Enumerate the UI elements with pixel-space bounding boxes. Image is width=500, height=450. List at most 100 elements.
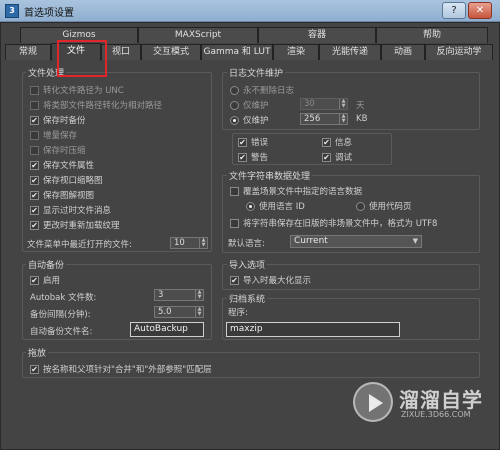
checkbox-icon — [230, 218, 239, 228]
tab-rendering[interactable]: 渲染 — [273, 44, 319, 60]
tab-help[interactable]: 帮助 — [376, 27, 488, 43]
autobackup-filename-field[interactable]: AutoBackup — [130, 322, 204, 337]
radio-label: 使用语言 ID — [259, 202, 305, 212]
app-icon: 3 — [5, 4, 19, 18]
checkbox-label: 将类部文件路径转化为相对路径 — [43, 101, 163, 111]
close-button[interactable]: ✕ — [468, 2, 492, 19]
play-logo-icon — [353, 382, 393, 422]
autobak-count-label: Autobak 文件数: — [30, 293, 97, 303]
tab-general[interactable]: 常规 — [5, 44, 51, 60]
checkbox-icon — [30, 100, 39, 110]
save-schematic-view-checkbox[interactable]: ✔ 保存图解视图 — [30, 189, 94, 201]
checkbox-label: 保存视口缩略图 — [43, 176, 103, 186]
compress-on-save-checkbox[interactable]: 保存时压缩 — [30, 144, 86, 156]
keep-days-radio[interactable]: 仅维护 — [230, 99, 269, 111]
info-checkbox[interactable]: ✔ 信息 — [322, 136, 352, 148]
autobackup-filename-label: 自动备份文件名: — [30, 327, 93, 337]
never-delete-radio[interactable]: 永不删除日志 — [230, 84, 294, 96]
tab-maxscript[interactable]: MAXScript — [138, 27, 258, 43]
check-icon: ✔ — [238, 152, 247, 162]
save-file-properties-checkbox[interactable]: ✔ 保存文件属性 — [30, 159, 94, 171]
log-maintenance-label: 日志文件维护 — [227, 66, 286, 79]
tab-inverse-kinematics[interactable]: 反向运动学 — [425, 44, 493, 60]
check-icon: ✔ — [30, 364, 39, 374]
spinner-arrows-icon[interactable]: ▲ ▼ — [195, 307, 203, 317]
spinner-value: 30 — [304, 99, 315, 109]
checkbox-label: 增量保存 — [43, 131, 78, 141]
radio-icon — [356, 201, 365, 211]
check-icon: ✔ — [30, 160, 39, 170]
use-codepage-radio[interactable]: 使用代码页 — [356, 200, 412, 212]
window-title: 首选项设置 — [24, 8, 74, 19]
maximize-on-import-checkbox[interactable]: ✔ 导入时最大化显示 — [230, 274, 311, 286]
radio-selected-icon — [246, 201, 255, 211]
tab-radiosity[interactable]: 光能传递 — [319, 44, 381, 60]
checkbox-icon — [230, 186, 239, 196]
match-layers-checkbox[interactable]: ✔ 按名称和父项针对"合并"和"外部参照"匹配层 — [30, 363, 212, 375]
save-viewport-thumbnail-checkbox[interactable]: ✔ 保存视口缩略图 — [30, 174, 103, 186]
warnings-checkbox[interactable]: ✔ 警告 — [238, 151, 268, 163]
watermark-subtitle: ZIXUE.3D66.COM — [401, 410, 471, 419]
save-utf8-checkbox[interactable]: 将字符串保存在旧版的非场景文件中，格式为 UTF8 — [230, 217, 437, 229]
check-icon: ✔ — [30, 190, 39, 200]
check-icon: ✔ — [30, 220, 39, 230]
tab-containers[interactable]: 容器 — [258, 27, 376, 43]
checkbox-label: 保存时压缩 — [43, 146, 86, 156]
checkbox-label: 将字符串保存在旧版的非场景文件中，格式为 UTF8 — [243, 219, 438, 229]
recent-files-label: 文件菜单中最近打开的文件: — [27, 240, 132, 250]
spinner-arrows-icon[interactable]: ▲ ▼ — [339, 114, 347, 124]
archive-program-field[interactable]: maxzip — [226, 322, 400, 337]
checkbox-label: 导入时最大化显示 — [243, 276, 312, 286]
spinner-value: 3 — [158, 290, 164, 300]
keep-size-radio[interactable]: 仅维护 — [230, 114, 269, 126]
auto-backup-label: 自动备份 — [26, 258, 67, 271]
check-icon: ✔ — [30, 205, 39, 215]
debug-checkbox[interactable]: ✔ 调试 — [322, 151, 352, 163]
override-language-checkbox[interactable]: 覆盖场景文件中指定的语言数据 — [230, 185, 362, 197]
errors-checkbox[interactable]: ✔ 错误 — [238, 136, 268, 148]
checkbox-label: 警告 — [251, 153, 269, 163]
tab-viewports[interactable]: 视口 — [101, 44, 141, 60]
spinner-arrows-icon[interactable]: ▲ ▼ — [339, 99, 347, 109]
title-bar: 3 首选项设置 ? ✕ — [0, 0, 500, 22]
radio-label: 永不删除日志 — [243, 86, 295, 96]
check-icon: ✔ — [322, 137, 331, 147]
tab-animation[interactable]: 动画 — [381, 44, 425, 60]
keep-size-spinner[interactable]: 256 ▲ ▼ — [300, 113, 348, 125]
spinner-arrows-icon[interactable]: ▲ ▼ — [195, 290, 203, 300]
spinner-value: 5.0 — [158, 307, 172, 317]
help-button[interactable]: ? — [442, 2, 466, 19]
spinner-value: 256 — [304, 114, 321, 124]
dropdown-value: Current — [294, 236, 328, 246]
use-language-id-radio[interactable]: 使用语言 ID — [246, 200, 305, 212]
incremental-save-checkbox[interactable]: 增量保存 — [30, 129, 77, 141]
radio-icon — [230, 85, 239, 95]
checkbox-label: 调试 — [335, 153, 353, 163]
spinner-arrows-icon[interactable]: ▲ ▼ — [199, 238, 207, 248]
checkbox-label: 按名称和父项针对"合并"和"外部参照"匹配层 — [43, 365, 212, 375]
check-icon: ✔ — [30, 115, 39, 125]
checkbox-label: 保存文件属性 — [43, 161, 95, 171]
enable-autobackup-checkbox[interactable]: ✔ 启用 — [30, 274, 60, 286]
unc-path-checkbox[interactable]: 转化文件路径为 UNC — [30, 84, 124, 96]
keep-days-spinner[interactable]: 30 ▲ ▼ — [300, 98, 348, 110]
recent-files-spinner[interactable]: 10 ▲ ▼ — [170, 237, 208, 249]
tab-gamma-lut[interactable]: Gamma 和 LUT — [201, 44, 273, 60]
drag-drop-label: 拖放 — [26, 346, 49, 359]
backup-on-save-checkbox[interactable]: ✔ 保存时备份 — [30, 114, 86, 126]
relative-path-checkbox[interactable]: 将类部文件路径转化为相对路径 — [30, 99, 162, 111]
checkbox-label: 转化文件路径为 UNC — [43, 86, 124, 96]
default-language-label: 默认语言: — [228, 239, 265, 249]
days-unit-label: 天 — [356, 101, 365, 111]
reload-textures-checkbox[interactable]: ✔ 更改时重新加载纹理 — [30, 219, 120, 231]
tab-interaction-mode[interactable]: 交互模式 — [141, 44, 201, 60]
spinner-value: 10 — [174, 238, 185, 248]
autobak-count-spinner[interactable]: 3 ▲ ▼ — [154, 289, 204, 301]
backup-interval-label: 备份间隔(分钟): — [30, 310, 91, 320]
chevron-down-icon: ▼ — [412, 237, 418, 245]
radio-label: 仅维护 — [243, 101, 269, 111]
backup-interval-spinner[interactable]: 5.0 ▲ ▼ — [154, 306, 204, 318]
checkbox-label: 信息 — [335, 138, 353, 148]
default-language-dropdown[interactable]: Current ▼ — [290, 235, 422, 248]
old-file-message-checkbox[interactable]: ✔ 显示过时文件消息 — [30, 204, 111, 216]
